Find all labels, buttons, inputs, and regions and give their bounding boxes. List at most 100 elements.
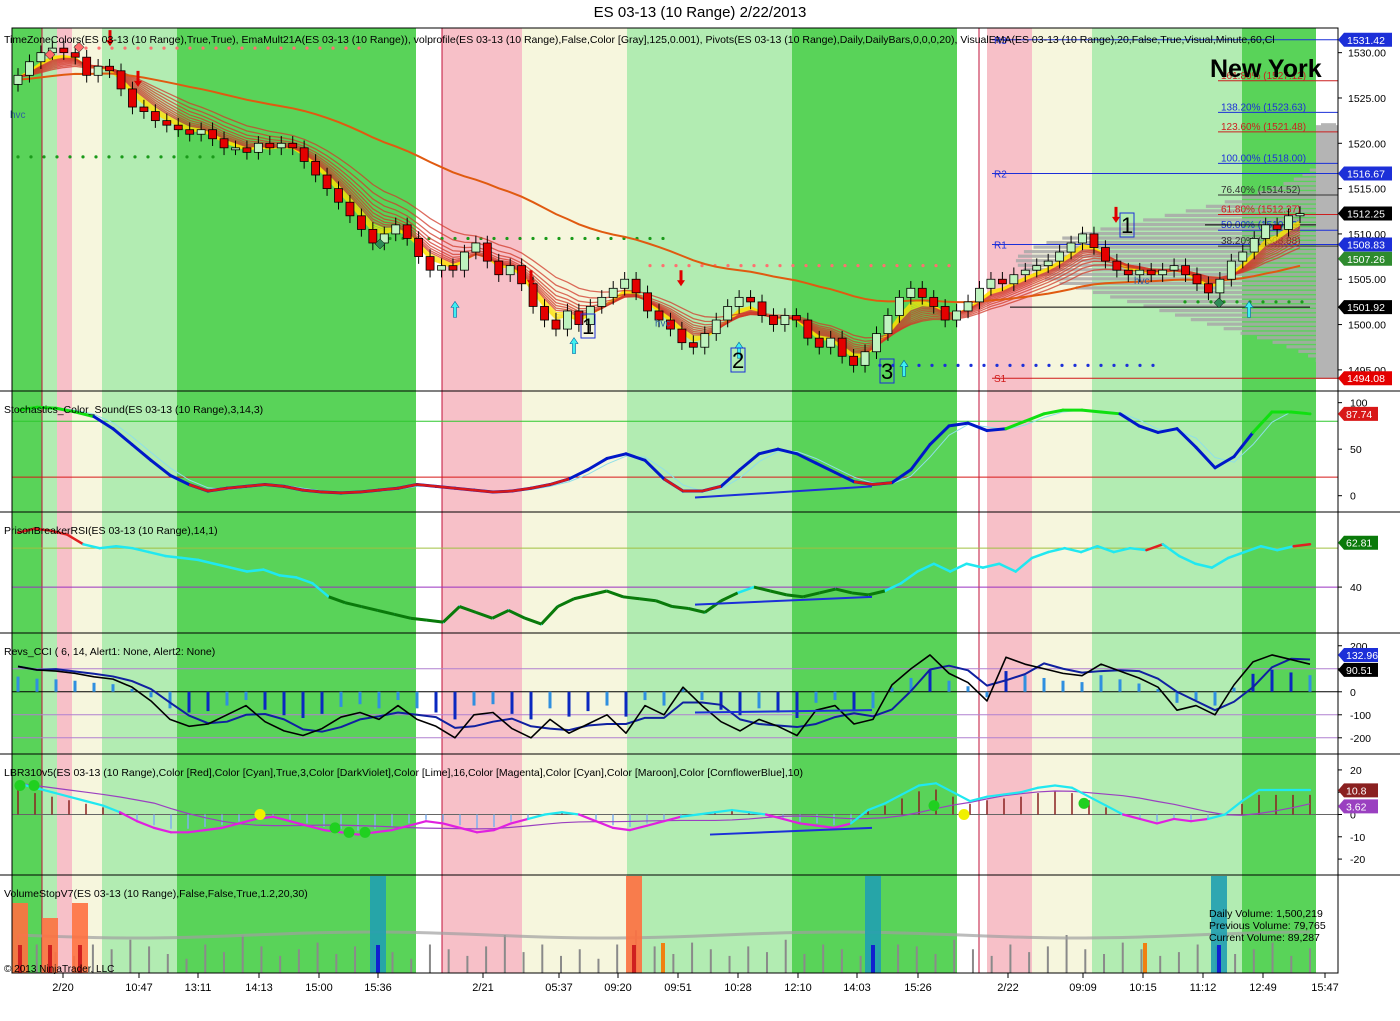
candle-body bbox=[746, 296, 755, 303]
x-tick-label: 13:11 bbox=[185, 982, 212, 994]
candle-body bbox=[814, 337, 824, 348]
lbr-fast-segment bbox=[424, 820, 445, 825]
candle-body bbox=[253, 142, 263, 153]
candle-body bbox=[356, 215, 366, 230]
support-dots bbox=[55, 155, 59, 159]
time-zone-band bbox=[792, 28, 957, 973]
volume-profile-bar bbox=[1190, 318, 1336, 322]
stoch-line-segment bbox=[985, 427, 1008, 433]
chart-canvas[interactable]: R3R2R1S1161.80% (1527.12)138.20% (1523.6… bbox=[0, 0, 1400, 1021]
support-dots bbox=[1183, 300, 1187, 304]
rsi-line-segment bbox=[410, 616, 428, 622]
support-dots bbox=[930, 363, 934, 367]
candle-body bbox=[265, 142, 275, 149]
candle-body bbox=[1204, 283, 1213, 294]
support-dots bbox=[1125, 363, 1129, 367]
candle-body bbox=[860, 351, 870, 366]
support-dots bbox=[94, 155, 98, 159]
rsi-line-segment bbox=[672, 605, 689, 610]
volume-alert-bar bbox=[661, 943, 665, 973]
candle-body bbox=[620, 278, 630, 289]
x-tick-label: 2/21 bbox=[472, 982, 493, 994]
candle-body bbox=[791, 315, 801, 321]
resistance-dots bbox=[765, 264, 769, 268]
candle-body bbox=[59, 47, 69, 54]
x-tick-label: 12:49 bbox=[1249, 982, 1277, 994]
candle-body bbox=[1146, 269, 1156, 276]
candle-body bbox=[906, 287, 916, 298]
resistance-dots bbox=[843, 264, 847, 268]
y-tick-label: 1505.00 bbox=[1348, 274, 1386, 286]
x-tick-label: 10:47 bbox=[125, 982, 153, 994]
fib-label: 100.00% (1518.00) bbox=[1221, 153, 1306, 164]
support-dots bbox=[1196, 300, 1200, 304]
resistance-dots bbox=[227, 46, 231, 50]
candle-body bbox=[1238, 251, 1248, 262]
y-tick-label: 0 bbox=[1350, 687, 1356, 699]
lbr-signal-dot bbox=[958, 809, 970, 820]
y-tick-label: 1515.00 bbox=[1348, 184, 1386, 196]
y-tick-label: -200 bbox=[1350, 733, 1371, 745]
resistance-dots bbox=[947, 264, 951, 268]
candle-body bbox=[242, 147, 252, 153]
candle-body bbox=[711, 319, 721, 335]
fib-label: 76.40% (1514.52) bbox=[1221, 185, 1301, 196]
x-tick-label: 15:47 bbox=[1311, 982, 1339, 994]
resistance-dots bbox=[162, 46, 166, 50]
candle-body bbox=[1055, 251, 1065, 262]
lbr-signal-dot bbox=[1078, 797, 1090, 809]
stoch-line-segment bbox=[1099, 410, 1122, 416]
candle-body bbox=[929, 296, 939, 307]
support-dots bbox=[1060, 363, 1064, 367]
price-marker-label: 1508.83 bbox=[1347, 240, 1385, 252]
wave-label: 1 bbox=[1121, 213, 1133, 238]
candle-body bbox=[414, 238, 424, 257]
candle-body bbox=[70, 52, 80, 58]
lbr-signal-dot bbox=[359, 826, 371, 838]
x-tick-label: 09:09 bbox=[1069, 982, 1097, 994]
rsi-line-segment bbox=[965, 562, 985, 569]
pivot-label: S1 bbox=[994, 374, 1007, 385]
resistance-dots bbox=[778, 264, 782, 268]
candle-body bbox=[1135, 269, 1145, 276]
resistance-dots bbox=[188, 46, 192, 50]
support-dots bbox=[159, 155, 163, 159]
candle-body bbox=[1020, 269, 1030, 276]
wave-label: 3 bbox=[881, 359, 893, 384]
stoch-line-segment bbox=[321, 490, 342, 495]
candle-body bbox=[471, 242, 481, 253]
daily-volume-text: Daily Volume: 1,500,219 bbox=[1209, 908, 1323, 920]
resistance-dots bbox=[331, 46, 335, 50]
x-tick-label: 15:26 bbox=[904, 982, 932, 994]
resistance-dots bbox=[97, 46, 101, 50]
candle-body bbox=[883, 315, 893, 335]
candle-body bbox=[128, 88, 137, 108]
resistance-dots bbox=[700, 264, 704, 268]
time-zone-band bbox=[1092, 28, 1242, 973]
support-dots bbox=[107, 155, 111, 159]
support-dots bbox=[29, 155, 33, 159]
candle-body bbox=[1078, 233, 1087, 244]
resistance-dots bbox=[305, 46, 309, 50]
candle-body bbox=[1101, 247, 1110, 262]
pivot-label: R2 bbox=[994, 169, 1007, 180]
price-marker-label: 1501.92 bbox=[1347, 302, 1385, 314]
support-dots bbox=[492, 236, 496, 241]
resistance-dots bbox=[934, 264, 938, 268]
support-dots bbox=[583, 236, 587, 241]
resistance-dots bbox=[344, 46, 348, 50]
price-marker-label: 1531.42 bbox=[1347, 35, 1385, 47]
candle-body bbox=[299, 147, 309, 162]
resistance-dots bbox=[804, 264, 808, 268]
support-dots bbox=[661, 236, 665, 241]
resistance-dots bbox=[908, 264, 912, 268]
rsi-line-segment bbox=[622, 595, 640, 601]
stoch-line-segment bbox=[1289, 410, 1312, 416]
support-dots bbox=[1008, 363, 1012, 367]
rsi-line-segment bbox=[426, 618, 444, 624]
x-tick-label: 10:28 bbox=[724, 982, 752, 994]
x-tick-label: 14:13 bbox=[245, 982, 273, 994]
support-dots bbox=[505, 236, 509, 241]
candle-body bbox=[917, 287, 927, 298]
support-dots bbox=[172, 155, 176, 159]
